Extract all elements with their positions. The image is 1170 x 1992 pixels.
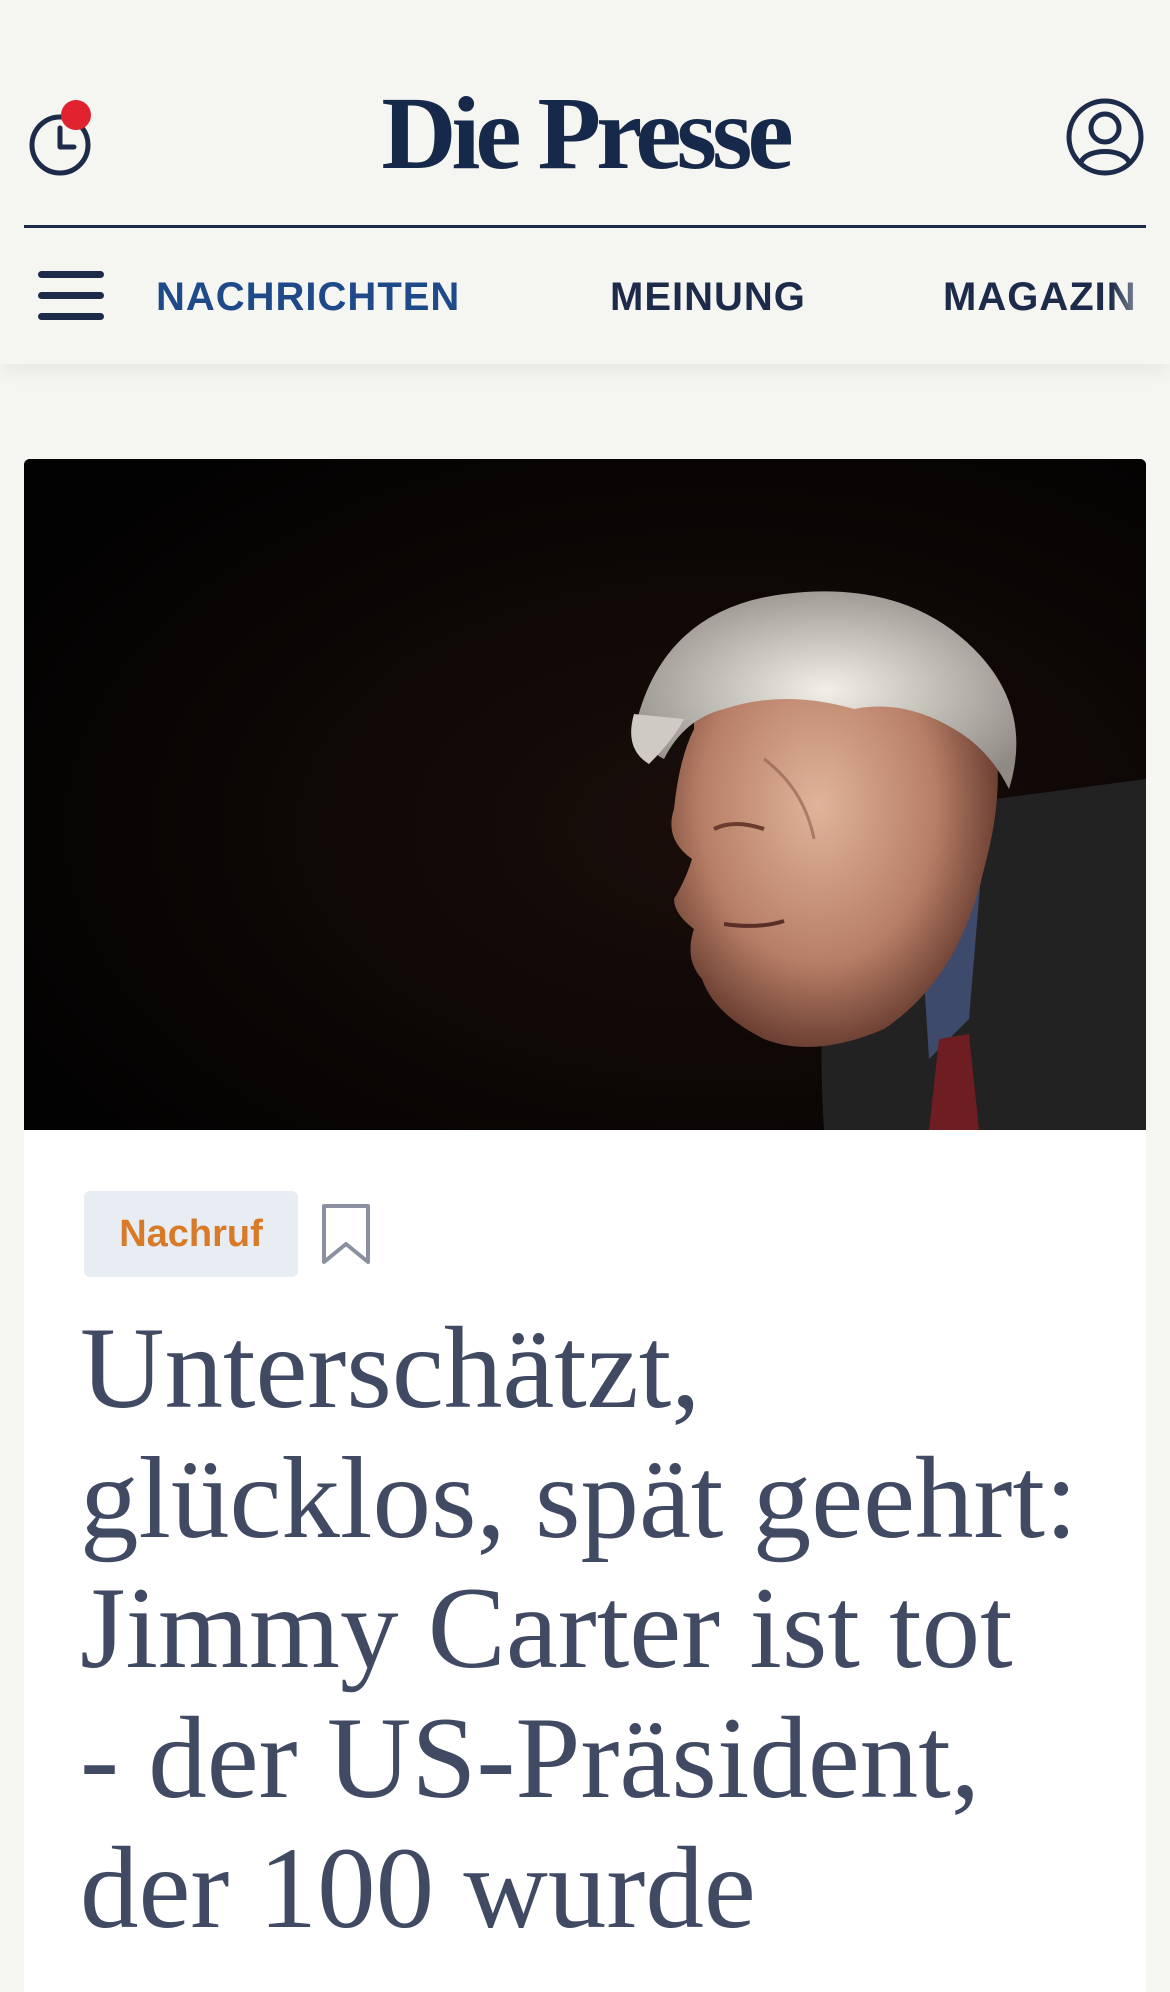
headline-line: der 100 wurde	[80, 1824, 756, 1953]
article-headline[interactable]: Unterschätzt, glücklos, spät geehrt: Jim…	[80, 1304, 1120, 1954]
nav-item-nachrichten[interactable]: NACHRICHTEN	[156, 270, 460, 324]
history-button[interactable]	[26, 100, 98, 180]
site-logo: Die Presse	[0, 82, 1170, 186]
headline-line: Unterschätzt,	[80, 1304, 701, 1433]
account-button[interactable]	[1065, 97, 1145, 177]
nav-scroll-fade	[1110, 270, 1170, 324]
section-nav: NACHRICHTEN MEINUNG MAGAZIN	[0, 270, 1170, 324]
user-circle-icon	[1066, 98, 1144, 176]
article-card[interactable]: Nachruf Unterschätzt, glücklos, spät gee…	[24, 459, 1146, 1992]
bookmark-button[interactable]	[320, 1202, 372, 1266]
top-header: Die Presse NACHRICHTEN MEINUNG MAGAZIN	[0, 0, 1170, 364]
header-divider	[24, 225, 1146, 228]
headline-line: Jimmy Carter ist tot	[80, 1564, 1013, 1693]
article-hero-image[interactable]	[24, 459, 1146, 1130]
headline-line: - der US-Präsident,	[80, 1694, 981, 1823]
nav-item-magazin[interactable]: MAGAZIN	[943, 270, 1137, 324]
notification-dot	[61, 100, 91, 130]
category-tag[interactable]: Nachruf	[84, 1191, 298, 1277]
portrait-illustration	[24, 459, 1146, 1130]
nav-item-meinung[interactable]: MEINUNG	[610, 270, 806, 324]
headline-line: glücklos, spät geehrt:	[80, 1434, 1078, 1563]
logo-link[interactable]: Die Presse	[381, 76, 793, 191]
bookmark-icon	[322, 1204, 370, 1264]
